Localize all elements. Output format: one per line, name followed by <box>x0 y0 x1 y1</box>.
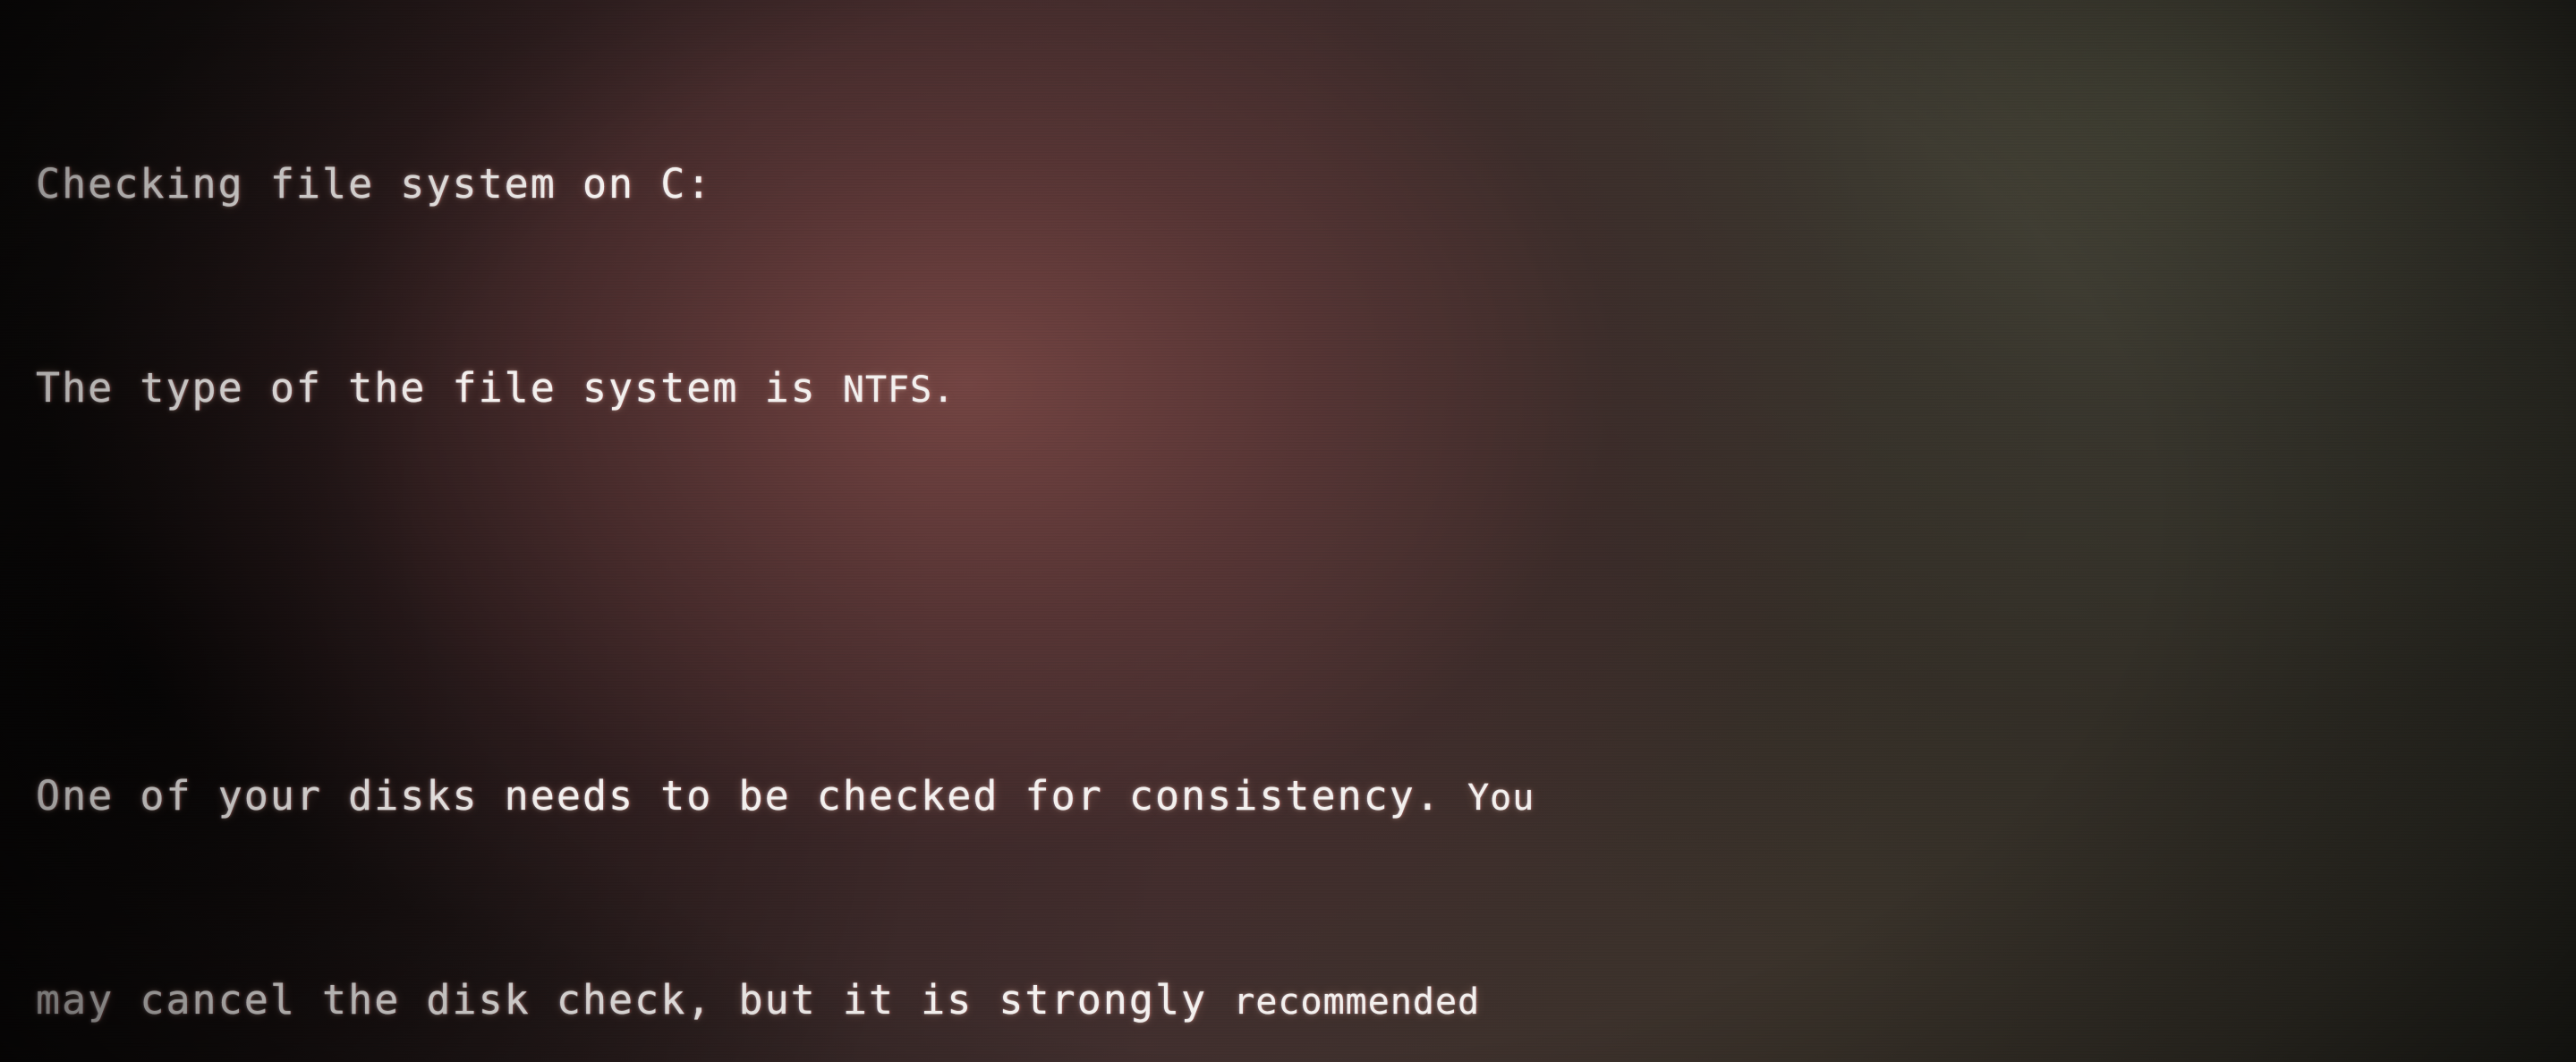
console-output: Checking file system on C: The type of t… <box>36 5 2541 1062</box>
chkdsk-console-screen: Checking file system on C: The type of t… <box>0 0 2576 1062</box>
filesystem-type-value: NTFS. <box>842 370 956 411</box>
console-line-consistency-2: may cancel the disk check, but it is str… <box>36 974 2541 1025</box>
consistency-wrap-you: You <box>1467 777 1535 819</box>
line-text: One of your disks needs to be checked fo… <box>36 772 1468 820</box>
line-text: The type of the file system is <box>36 364 843 412</box>
console-line-blank-1 <box>36 566 2541 617</box>
console-line-checking-file-system: Checking file system on C: <box>36 158 2541 209</box>
line-text: may cancel the disk check, but it is str… <box>36 976 1234 1024</box>
console-line-consistency-1: One of your disks needs to be checked fo… <box>36 770 2541 821</box>
consistency-wrap-recommended: recommended <box>1233 981 1481 1023</box>
console-line-filesystem-type: The type of the file system is NTFS. <box>36 362 2541 413</box>
line-text: Checking file system on C: <box>36 160 713 208</box>
